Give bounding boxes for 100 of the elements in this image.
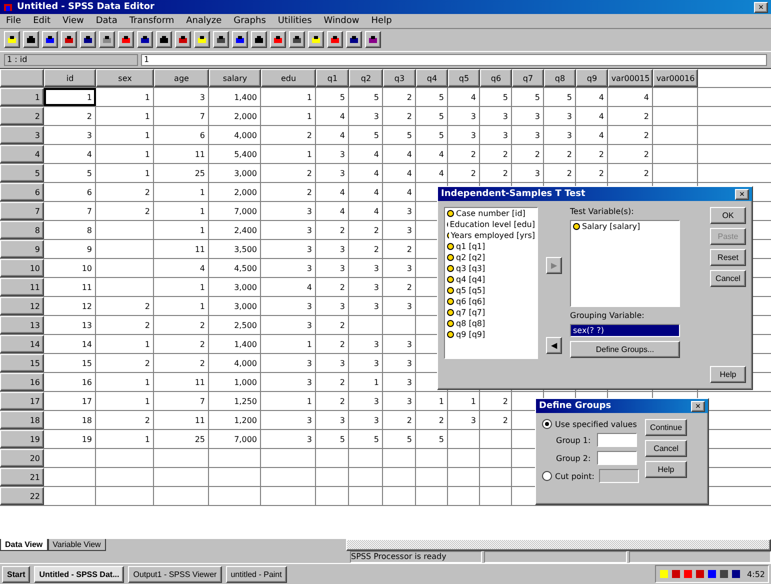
- column-header[interactable]: q8: [544, 69, 576, 87]
- column-header[interactable]: sex: [96, 69, 154, 87]
- test-variable-list[interactable]: Salary [salary]: [570, 220, 680, 307]
- toolbar-button[interactable]: [232, 31, 248, 48]
- list-item[interactable]: q8 [q8]: [445, 318, 537, 329]
- column-header[interactable]: q3: [383, 69, 416, 87]
- dialog-button[interactable]: Continue: [645, 419, 688, 436]
- column-header[interactable]: var00015: [608, 69, 653, 87]
- radio-button[interactable]: [542, 471, 552, 481]
- row-header[interactable]: 14: [0, 335, 44, 353]
- column-header[interactable]: q1: [316, 69, 349, 87]
- list-item[interactable]: q7 [q7]: [445, 307, 537, 318]
- row-header[interactable]: 7: [0, 202, 44, 220]
- toolbar-button[interactable]: [308, 31, 324, 48]
- column-header[interactable]: q5: [448, 69, 480, 87]
- taskbar-button[interactable]: untitled - Paint: [226, 566, 287, 582]
- sheet-tab[interactable]: Data View: [0, 539, 48, 551]
- toolbar-button[interactable]: [213, 31, 229, 48]
- row-header[interactable]: 9: [0, 240, 44, 258]
- toolbar-button[interactable]: [80, 31, 96, 48]
- column-header[interactable]: salary: [209, 69, 261, 87]
- menu-item[interactable]: Graphs: [234, 16, 266, 26]
- close-button[interactable]: ×: [735, 188, 749, 200]
- toolbar-button[interactable]: [365, 31, 381, 48]
- row-header[interactable]: 8: [0, 221, 44, 239]
- toolbar-button[interactable]: [42, 31, 58, 48]
- row-header[interactable]: 17: [0, 392, 44, 410]
- row-header[interactable]: 5: [0, 164, 44, 182]
- radio-button[interactable]: [542, 419, 552, 429]
- dialog-button[interactable]: Cancel: [710, 270, 746, 287]
- toolbar-button[interactable]: [118, 31, 134, 48]
- cell-editor-field[interactable]: 1: [141, 54, 767, 66]
- variable-list[interactable]: Case number [id] Education level [edu] Years employed [yrs] q1 [q1] q2 [q2] q3 [q3] q4 [q4] q5 [q5] q6 [q6] q7 [q7] q8 [q8] q9 [q9]: [444, 207, 538, 359]
- menu-item[interactable]: Help: [371, 16, 392, 26]
- close-button[interactable]: ×: [754, 2, 768, 12]
- list-item[interactable]: q6 [q6]: [445, 296, 537, 307]
- tray-icon[interactable]: [731, 569, 742, 579]
- toolbar-button[interactable]: [99, 31, 115, 48]
- row-header[interactable]: 11: [0, 278, 44, 296]
- close-button[interactable]: ×: [691, 400, 705, 412]
- move-button[interactable]: ◀: [546, 336, 562, 354]
- dialog-button[interactable]: Cancel: [645, 440, 688, 457]
- dialog-button[interactable]: Help: [710, 366, 746, 383]
- row-header[interactable]: 22: [0, 487, 44, 505]
- list-item[interactable]: q4 [q4]: [445, 274, 537, 285]
- toolbar-button[interactable]: [270, 31, 286, 48]
- sheet-tab[interactable]: Variable View: [48, 539, 106, 551]
- list-item[interactable]: Salary [salary]: [571, 221, 679, 232]
- menu-item[interactable]: Window: [324, 16, 360, 26]
- row-header[interactable]: 21: [0, 468, 44, 486]
- column-header[interactable]: age: [154, 69, 209, 87]
- column-header[interactable]: var00016: [653, 69, 698, 87]
- column-header[interactable]: q4: [416, 69, 448, 87]
- list-item[interactable]: q2 [q2]: [445, 252, 537, 263]
- column-header[interactable]: id: [44, 69, 96, 87]
- row-header[interactable]: 6: [0, 183, 44, 201]
- row-header[interactable]: 18: [0, 411, 44, 429]
- toolbar-button[interactable]: [346, 31, 362, 48]
- taskbar-button[interactable]: Untitled - SPSS Dat...: [34, 566, 124, 582]
- row-header[interactable]: 13: [0, 316, 44, 334]
- dialog-button[interactable]: Help: [645, 461, 688, 478]
- list-item[interactable]: q3 [q3]: [445, 263, 537, 274]
- column-header[interactable]: q9: [576, 69, 608, 87]
- menu-item[interactable]: Utilities: [278, 16, 312, 26]
- tray-icon[interactable]: [707, 569, 718, 579]
- menu-item[interactable]: File: [6, 16, 22, 26]
- dialog-button[interactable]: OK: [710, 207, 746, 224]
- row-header[interactable]: 10: [0, 259, 44, 277]
- grouping-field[interactable]: sex(? ?): [570, 324, 680, 337]
- define-groups-button[interactable]: Define Groups...: [570, 341, 680, 358]
- menu-item[interactable]: Data: [96, 16, 118, 26]
- list-item[interactable]: q1 [q1]: [445, 241, 537, 252]
- menu-item[interactable]: Edit: [33, 16, 50, 26]
- column-header[interactable]: q6: [480, 69, 512, 87]
- column-header[interactable]: q2: [349, 69, 383, 87]
- input-field[interactable]: [597, 451, 637, 465]
- row-header[interactable]: 19: [0, 430, 44, 448]
- menu-item[interactable]: Transform: [129, 16, 174, 26]
- toolbar-button[interactable]: [327, 31, 343, 48]
- toolbar-button[interactable]: [61, 31, 77, 48]
- list-item[interactable]: Case number [id]: [445, 208, 537, 219]
- toolbar-button[interactable]: [251, 31, 267, 48]
- toolbar-button[interactable]: [289, 31, 305, 48]
- toolbar-button[interactable]: [156, 31, 172, 48]
- column-header[interactable]: q7: [512, 69, 544, 87]
- list-item[interactable]: q5 [q5]: [445, 285, 537, 296]
- list-item[interactable]: Years employed [yrs]: [445, 230, 537, 241]
- toolbar-button[interactable]: [4, 31, 20, 48]
- row-header[interactable]: 15: [0, 354, 44, 372]
- menu-item[interactable]: View: [62, 16, 84, 26]
- column-header[interactable]: edu: [261, 69, 316, 87]
- row-header[interactable]: 2: [0, 107, 44, 125]
- toolbar-button[interactable]: [137, 31, 153, 48]
- row-header[interactable]: 12: [0, 297, 44, 315]
- menu-item[interactable]: Analyze: [186, 16, 222, 26]
- horizontal-scrollbar[interactable]: [346, 539, 771, 551]
- row-header[interactable]: 16: [0, 373, 44, 391]
- input-field[interactable]: [599, 469, 639, 483]
- row-header[interactable]: 4: [0, 145, 44, 163]
- start-button[interactable]: Start: [2, 566, 30, 582]
